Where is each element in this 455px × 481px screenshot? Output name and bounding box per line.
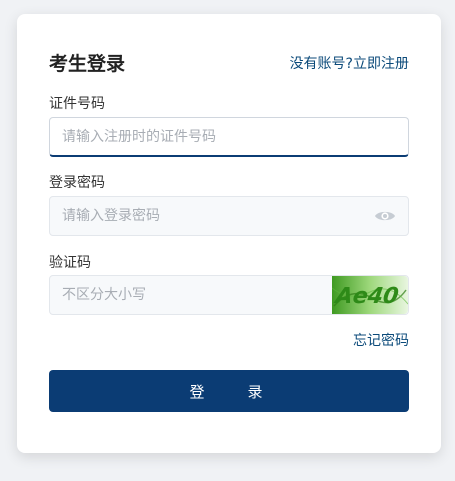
captcha-image[interactable]: Ae40 [332,276,408,314]
password-field-wrapper [49,196,409,236]
captcha-text: Ae40 [332,283,400,309]
captcha-field-wrapper: Ae40 [49,275,409,315]
id-number-field-wrapper [49,117,409,157]
captcha-label: 验证码 [49,255,91,271]
login-button[interactable]: 登 录 [49,370,409,412]
id-number-label: 证件号码 [49,96,105,112]
id-number-input[interactable] [50,118,408,155]
password-label: 登录密码 [49,175,105,191]
form-title: 考生登录 [49,53,126,75]
password-input[interactable] [50,197,408,235]
eye-icon[interactable] [374,208,396,224]
register-link[interactable]: 没有账号?立即注册 [290,53,409,73]
forgot-password-link[interactable]: 忘记密码 [353,330,409,350]
login-card: 考生登录 没有账号?立即注册 证件号码 登录密码 验证码 [17,14,441,453]
